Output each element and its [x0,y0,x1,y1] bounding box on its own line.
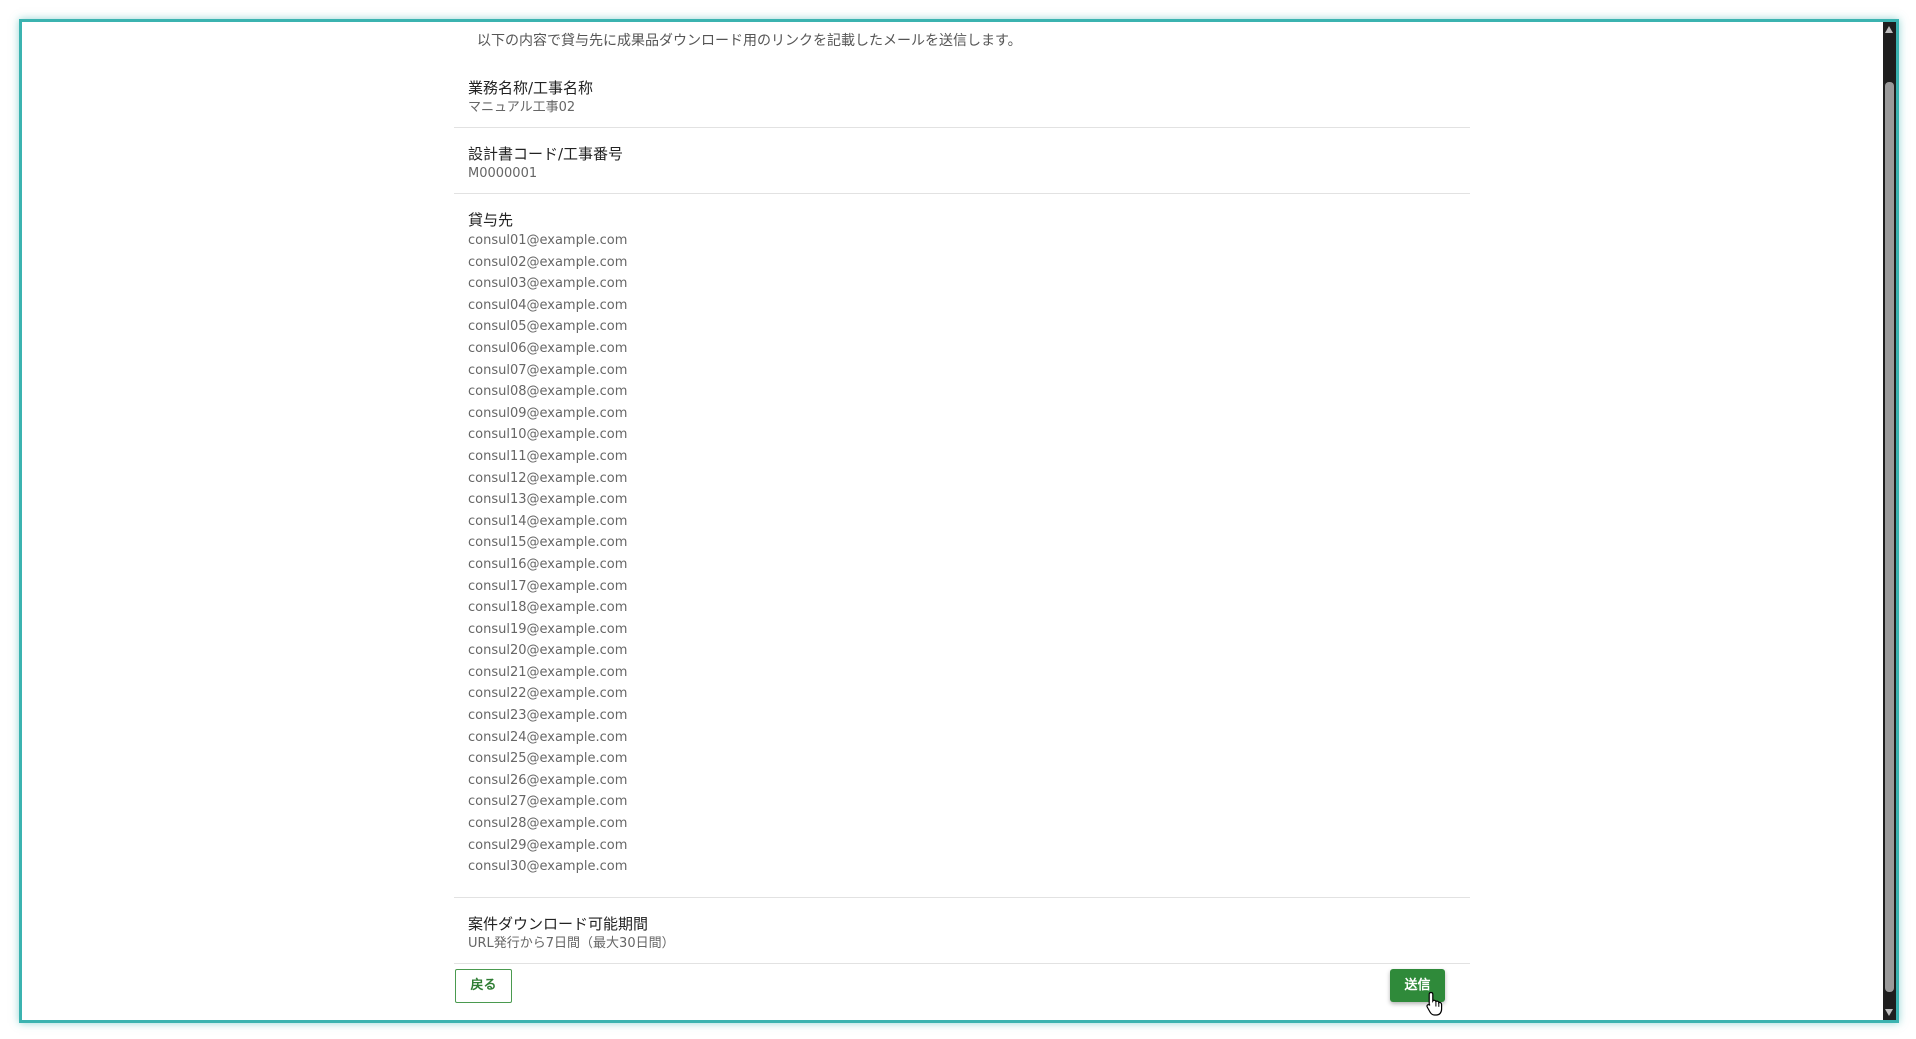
lenders-email-list: consul01@example.com consul02@example.com… [468,230,1470,878]
lender-email: consul20@example.com [468,643,628,659]
lender-email: consul10@example.com [468,427,628,443]
lender-email: consul22@example.com [468,686,628,702]
scroll-up-arrow-icon[interactable] [1885,26,1893,33]
lender-email: consul15@example.com [468,535,628,551]
lender-email: consul01@example.com [468,233,628,248]
design-code-section: 設計書コード/工事番号 M0000001 [454,128,1470,194]
scroll-down-arrow-icon[interactable] [1885,1009,1893,1016]
back-button[interactable]: 戻る [455,969,512,1003]
lender-email: consul27@example.com [468,794,628,810]
lender-email: consul02@example.com [468,254,628,270]
vertical-scrollbar[interactable] [1883,22,1896,1020]
hand-pointer-icon [1426,991,1443,1016]
lender-email: consul24@example.com [468,729,628,745]
lender-email: consul17@example.com [468,578,628,594]
work-name-value: マニュアル工事02 [468,100,576,115]
dialog-frame: 以下の内容で貸与先に成果品ダウンロード用のリンクを記載したメールを送信します。 … [19,19,1899,1023]
lender-email: consul07@example.com [468,362,628,378]
lender-email: consul11@example.com [468,448,628,464]
lender-email: consul30@example.com [468,859,628,875]
lender-email: consul05@example.com [468,319,628,335]
lenders-label: 貸与先 [468,211,514,229]
download-period-label: 案件ダウンロード可能期間 [468,915,649,933]
scrollbar-thumb[interactable] [1885,82,1894,992]
design-code-value: M0000001 [468,166,538,181]
lender-email: consul06@example.com [468,340,628,356]
lender-email: consul03@example.com [468,276,628,292]
lender-email: consul26@example.com [468,772,628,788]
lender-email: consul29@example.com [468,837,628,853]
confirmation-content: 以下の内容で貸与先に成果品ダウンロード用のリンクを記載したメールを送信します。 … [454,22,1470,964]
design-code-label: 設計書コード/工事番号 [468,145,624,163]
lender-email: consul18@example.com [468,600,628,616]
download-period-section: 案件ダウンロード可能期間 URL発行から7日間（最大30日間） [454,898,1470,964]
lender-email: consul12@example.com [468,470,628,486]
intro-text: 以下の内容で貸与先に成果品ダウンロード用のリンクを記載したメールを送信します。 [477,33,1022,49]
lenders-section: 貸与先 consul01@example.com consul02@example… [454,194,1470,898]
lender-email: consul19@example.com [468,621,628,637]
lender-email: consul04@example.com [468,297,628,313]
lender-email: consul28@example.com [468,816,628,832]
lender-email: consul16@example.com [468,556,628,572]
lender-email: consul13@example.com [468,492,628,508]
lender-email: consul21@example.com [468,664,628,680]
lender-email: consul14@example.com [468,513,628,529]
page: 以下の内容で貸与先に成果品ダウンロード用のリンクを記載したメールを送信します。 … [0,0,1916,1039]
work-name-section: 業務名称/工事名称 マニュアル工事02 [454,62,1470,128]
lender-email: consul08@example.com [468,384,628,400]
work-name-label: 業務名称/工事名称 [468,79,594,97]
lender-email: consul09@example.com [468,405,628,421]
lender-email: consul25@example.com [468,751,628,767]
download-period-value: URL発行から7日間（最大30日間） [468,936,675,951]
lender-email: consul23@example.com [468,708,628,724]
